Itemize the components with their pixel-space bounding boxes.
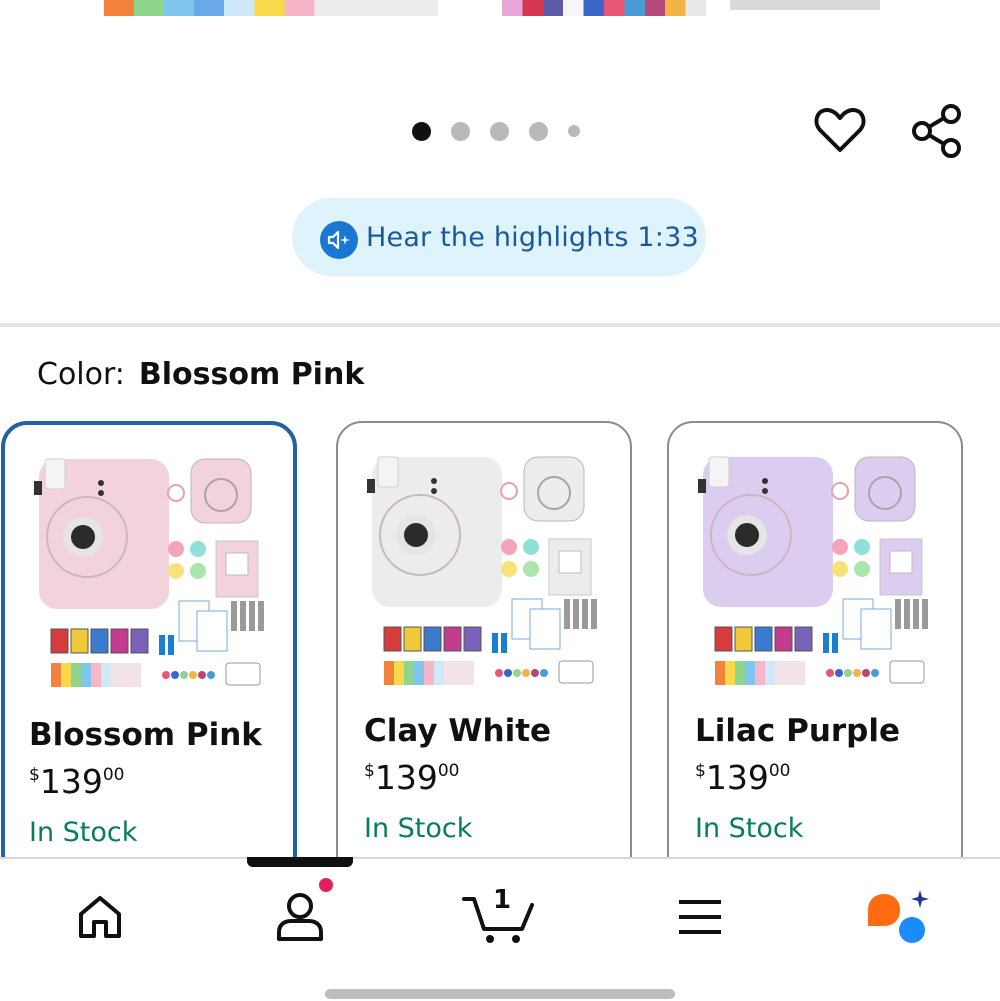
product-image	[367, 456, 597, 685]
price-fraction: 00	[102, 765, 125, 785]
gallery-image-fragment	[502, 0, 706, 16]
price-fraction: 00	[768, 761, 791, 781]
stock-status: In Stock	[364, 813, 473, 844]
pagination-dot	[568, 125, 580, 137]
variant-price: $13900	[364, 761, 459, 794]
rufus-icon[interactable]	[864, 887, 934, 947]
color-selector-label: Color: Blossom Pink	[37, 357, 364, 392]
pagination-dot	[529, 121, 548, 141]
product-image-gallery[interactable]	[0, 0, 1000, 18]
pagination-dot-active	[412, 121, 431, 141]
cart-count: 1	[493, 885, 512, 915]
selected-color-value: Blossom Pink	[138, 357, 365, 392]
variant-price: $13900	[29, 765, 124, 798]
menu-icon[interactable]	[670, 887, 730, 947]
gallery-image-fragment	[730, 0, 880, 10]
share-icon[interactable]	[908, 102, 966, 160]
audio-sparkle-icon	[320, 221, 358, 259]
hear-highlights-button[interactable]: Hear the highlights 1:33	[292, 198, 706, 276]
section-divider	[0, 323, 1000, 327]
variant-name: Clay White	[364, 713, 552, 749]
gallery-pagination	[412, 121, 580, 141]
price-whole: 139	[705, 758, 769, 797]
product-image	[698, 456, 928, 685]
account-icon[interactable]	[270, 887, 330, 947]
bottom-navigation: 1	[0, 857, 1000, 1001]
variant-card-blossom-pink[interactable]: Blossom Pink $13900 In Stock	[1, 421, 297, 861]
stock-status: In Stock	[695, 813, 804, 844]
stock-status: In Stock	[29, 817, 138, 848]
hear-highlights-label: Hear the highlights 1:33	[366, 221, 699, 253]
variant-price: $13900	[695, 761, 790, 794]
active-tab-indicator	[247, 857, 353, 867]
color-label: Color:	[37, 357, 125, 392]
variant-card-clay-white[interactable]: Clay White $13900 In Stock	[336, 421, 632, 861]
price-fraction: 00	[437, 761, 460, 781]
pagination-dot	[490, 121, 509, 141]
price-whole: 139	[374, 758, 438, 797]
color-variant-list: Blossom Pink $13900 In Stock Clay White …	[0, 421, 1000, 861]
system-home-indicator[interactable]	[325, 989, 675, 999]
product-image	[34, 458, 264, 687]
gallery-image-fragment	[104, 0, 438, 16]
variant-card-lilac-purple[interactable]: Lilac Purple $13900 In Stock	[667, 421, 963, 861]
notification-badge	[316, 875, 336, 895]
price-currency: $	[364, 761, 375, 781]
price-currency: $	[695, 761, 706, 781]
pagination-dot	[451, 121, 470, 141]
home-icon[interactable]	[70, 887, 130, 947]
heart-icon[interactable]	[812, 102, 868, 158]
price-whole: 139	[39, 762, 103, 801]
variant-name: Lilac Purple	[695, 713, 901, 749]
price-currency: $	[29, 765, 40, 785]
variant-name: Blossom Pink	[29, 717, 262, 753]
